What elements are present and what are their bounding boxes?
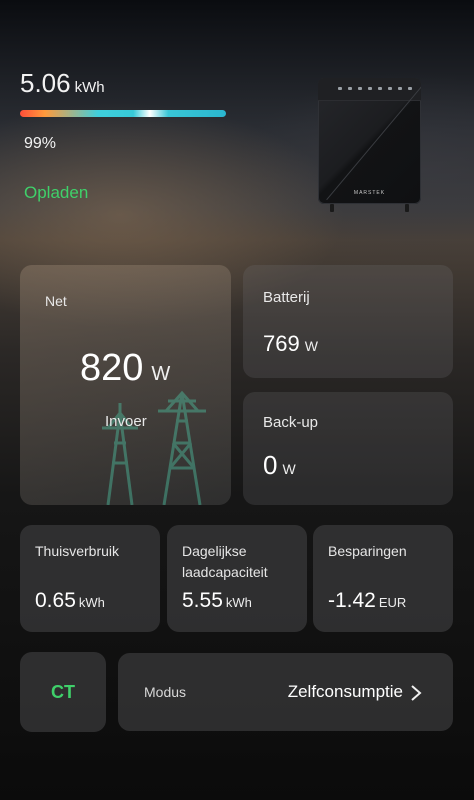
backup-card[interactable]: Back-up 0 W: [243, 392, 453, 505]
charge-status: Opladen: [24, 183, 89, 202]
savings-card[interactable]: Besparingen -1.42 EUR: [313, 525, 453, 632]
home-consumption-stat: 0.65 kWh: [35, 589, 105, 613]
charge-percent: 99%: [24, 135, 57, 152]
backup-title: Back-up: [263, 414, 319, 431]
daily-charge-stat: 5.55 kWh: [182, 589, 252, 613]
grid-card[interactable]: Net 820 W Invoer: [20, 265, 231, 505]
mode-selector[interactable]: Modus Zelfconsumptie: [118, 653, 453, 731]
backup-power: 0 W: [263, 450, 296, 481]
battery-energy: 5.06 kWh: [20, 68, 105, 99]
battery-power-unit: W: [304, 338, 318, 354]
home-consumption-card[interactable]: Thuisverbruik 0.65 kWh: [20, 525, 160, 632]
charge-level-bar: [20, 110, 226, 117]
grid-title: Net: [45, 293, 67, 309]
savings-value: -1.42: [328, 589, 376, 612]
power-pylon-icon: [102, 390, 206, 505]
battery-card[interactable]: Batterij 769 W: [243, 265, 453, 378]
chevron-right-icon: [411, 685, 422, 701]
battery-power: 769 W: [263, 331, 318, 357]
savings-title: Besparingen: [328, 543, 407, 559]
device-brand-logo: MARSTEK: [353, 190, 386, 196]
daily-charge-card[interactable]: Dagelijkse laadcapaciteit 5.55 kWh: [167, 525, 307, 632]
battery-energy-unit: kWh: [74, 79, 105, 96]
battery-device-image: MARSTEK: [318, 78, 421, 212]
battery-title: Batterij: [263, 289, 310, 306]
home-consumption-value: 0.65: [35, 589, 76, 612]
grid-power: 820 W: [80, 347, 170, 390]
grid-direction: Invoer: [105, 413, 147, 430]
grid-power-value: 820: [80, 347, 144, 389]
savings-stat: -1.42 EUR: [328, 589, 406, 613]
daily-charge-unit: kWh: [225, 595, 252, 610]
grid-power-unit: W: [151, 363, 171, 385]
home-consumption-title: Thuisverbruik: [35, 543, 120, 559]
mode-label: Modus: [144, 684, 187, 700]
ct-label: CT: [51, 681, 75, 702]
backup-power-value: 0: [263, 450, 278, 480]
battery-energy-value: 5.06: [20, 68, 71, 98]
backup-power-unit: W: [282, 461, 296, 477]
home-consumption-unit: kWh: [78, 595, 105, 610]
ct-button[interactable]: CT: [20, 652, 106, 732]
battery-power-value: 769: [263, 331, 300, 356]
daily-charge-title: Dagelijkse laadcapaciteit: [182, 543, 268, 580]
mode-value: Zelfconsumptie: [287, 682, 403, 701]
savings-unit: EUR: [378, 595, 407, 610]
daily-charge-value: 5.55: [182, 589, 223, 612]
